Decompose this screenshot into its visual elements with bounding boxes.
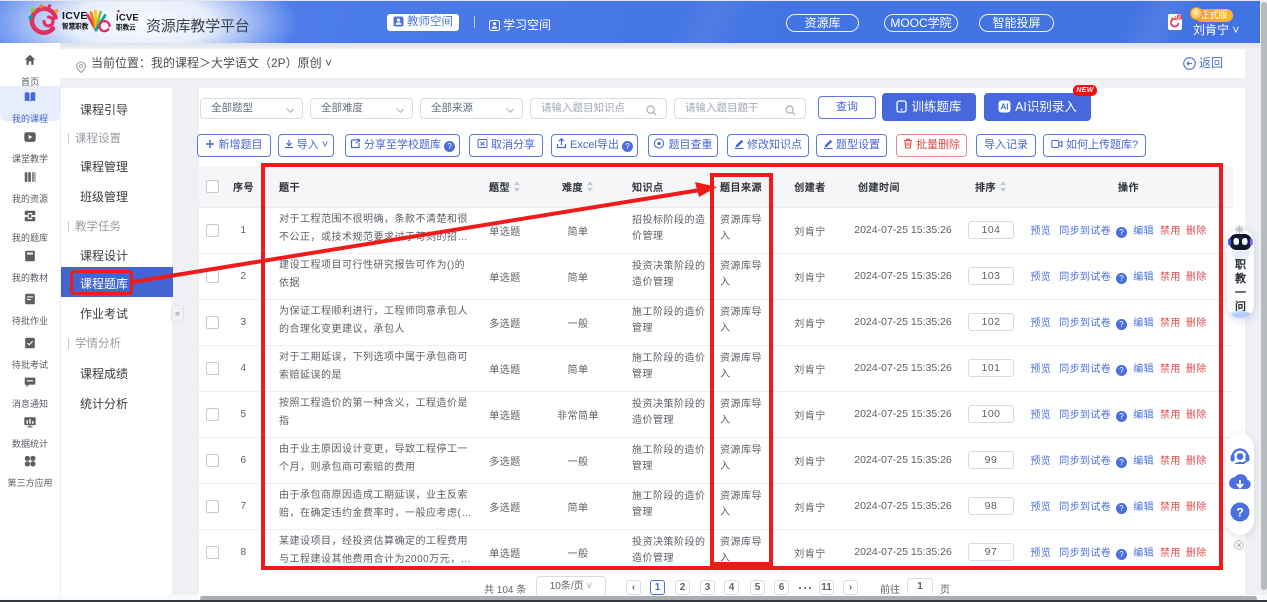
- svg-text:新: 新: [1178, 14, 1182, 19]
- svg-text:教: 教: [1234, 271, 1247, 285]
- svg-text:职: 职: [1235, 258, 1246, 271]
- svg-text:一: 一: [1235, 287, 1246, 299]
- svg-text:?: ?: [1236, 506, 1243, 520]
- svg-text:AI: AI: [1001, 103, 1009, 112]
